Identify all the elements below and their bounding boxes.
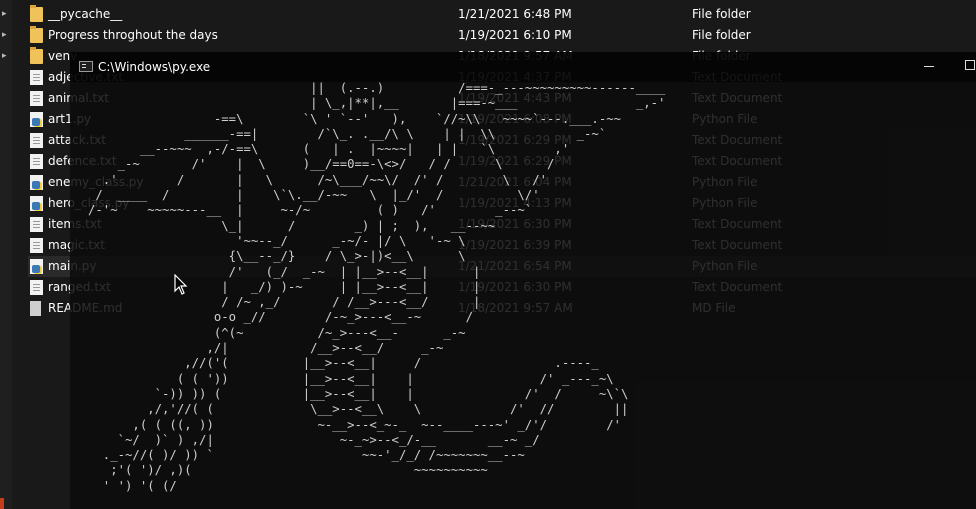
text-file-icon: [30, 133, 43, 148]
python-file-icon: [30, 259, 43, 274]
file-date-modified: 1/19/2021 6:10 PM: [458, 28, 572, 42]
python-file-icon: [30, 196, 43, 211]
file-type: File folder: [692, 28, 751, 42]
file-type: File folder: [692, 7, 751, 21]
python-file-icon: [30, 175, 43, 190]
markdown-file-icon: [30, 301, 41, 316]
text-file-icon: [30, 154, 43, 169]
file-date-modified: 1/21/2021 6:48 PM: [458, 7, 572, 21]
folder-icon: [30, 47, 43, 64]
navigation-pane: ▸ ▸ ▸: [0, 0, 12, 509]
text-file-icon: [30, 91, 43, 106]
console-app-icon: [79, 61, 93, 72]
folder-icon: [30, 26, 43, 43]
folder-icon: [30, 5, 43, 22]
python-file-icon: [30, 112, 43, 127]
status-indicator: [0, 498, 4, 509]
maximize-button[interactable]: [965, 58, 976, 70]
file-name: __pycache__: [48, 7, 123, 21]
chevron-right-icon[interactable]: ▸: [2, 8, 10, 20]
text-file-icon: [30, 70, 43, 85]
file-row[interactable]: Progress throghout the days 1/19/2021 6:1…: [28, 25, 976, 46]
minimize-button[interactable]: [922, 58, 936, 72]
chevron-right-icon[interactable]: ▸: [2, 29, 10, 41]
chevron-right-icon[interactable]: ▸: [2, 50, 10, 62]
file-row[interactable]: __pycache__ 1/21/2021 6:48 PM File folder: [28, 4, 976, 25]
text-file-icon: [30, 217, 43, 232]
console-window[interactable]: C:\Windows\py.exe || (.--.) /===-_---~~~…: [70, 52, 976, 509]
file-name: Progress throghout the days: [48, 28, 218, 42]
console-titlebar[interactable]: C:\Windows\py.exe: [70, 52, 976, 82]
text-file-icon: [30, 238, 43, 253]
window-title: C:\Windows\py.exe: [98, 60, 211, 74]
text-file-icon: [30, 280, 43, 295]
